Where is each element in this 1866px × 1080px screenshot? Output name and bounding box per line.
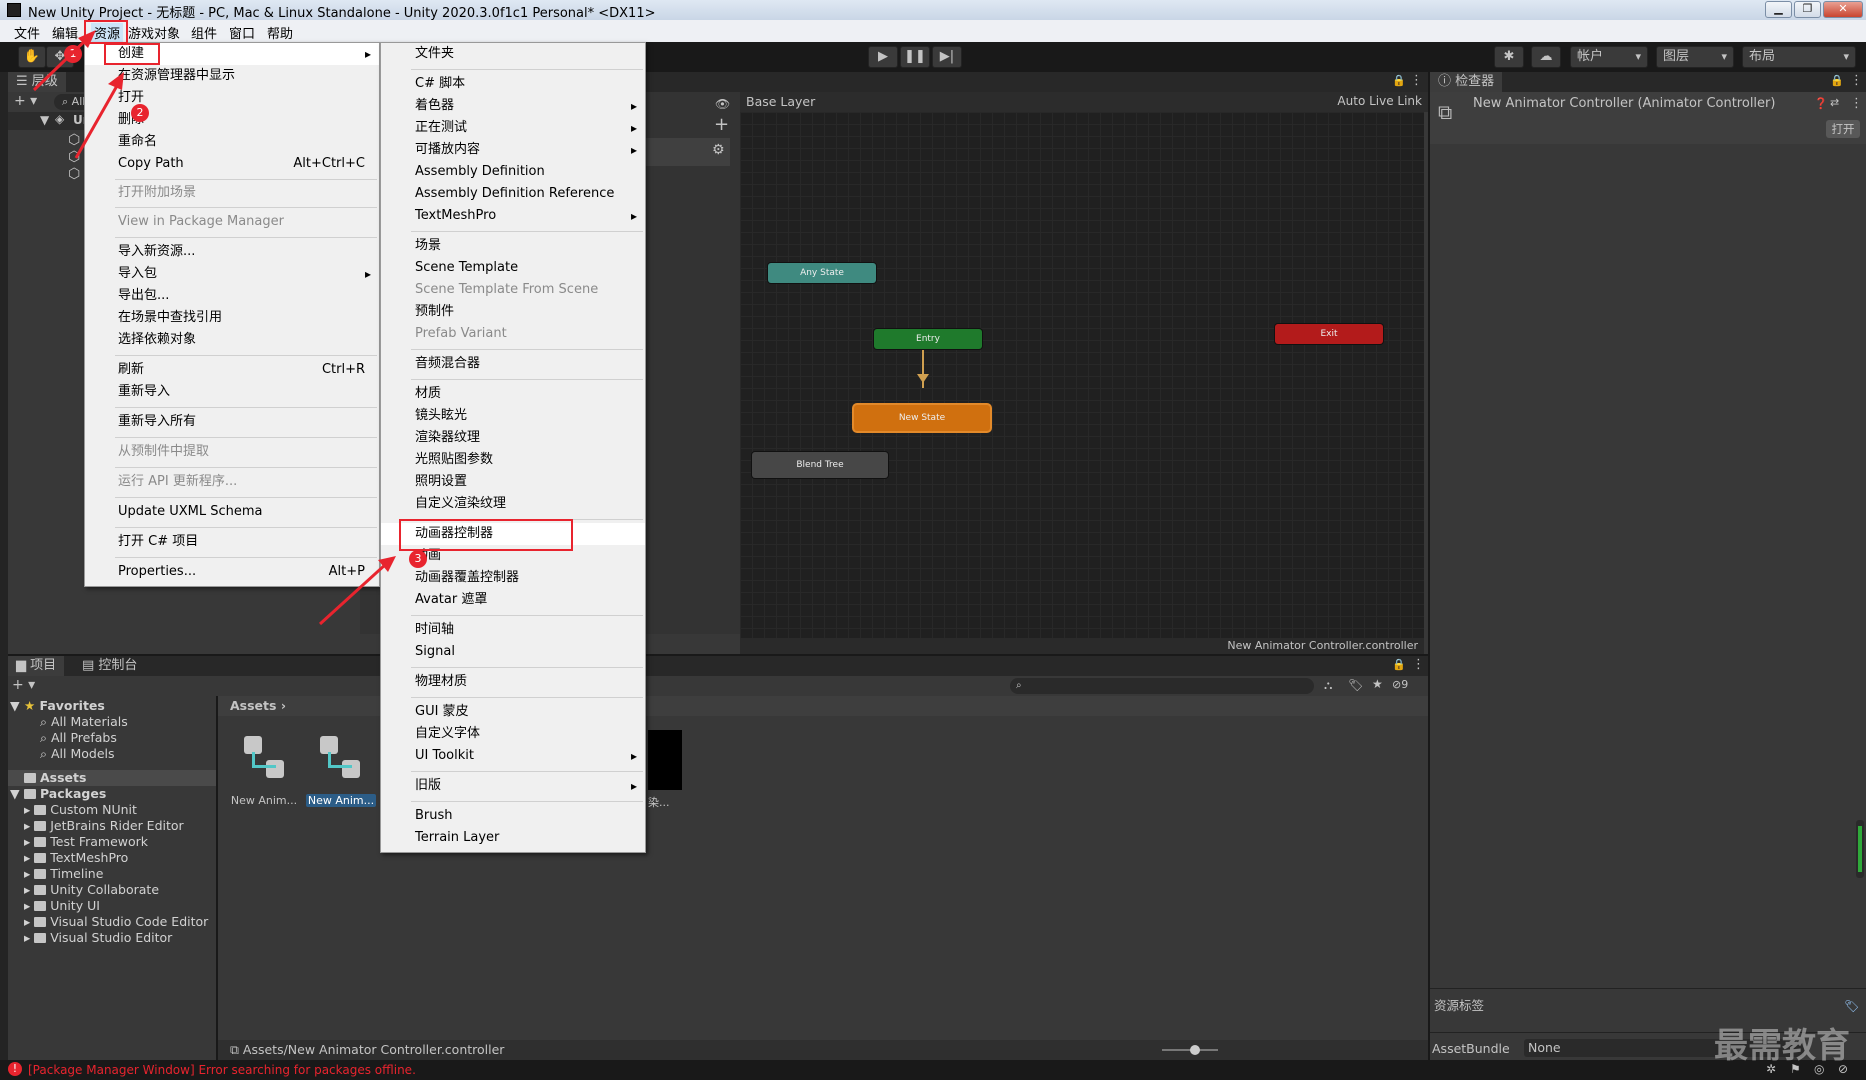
annotation-arrow [318,562,388,626]
annotation-arrow [74,83,120,159]
annotation-arrow [32,36,90,92]
annotation-arrows [32,30,396,626]
annotation-arrow-head-icon [108,72,124,90]
